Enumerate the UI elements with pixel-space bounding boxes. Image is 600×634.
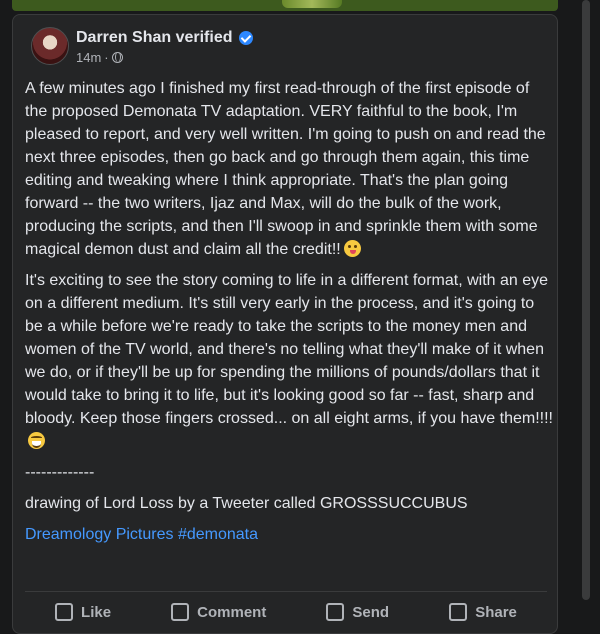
tag-dreamology-pictures[interactable]: Dreamology Pictures — [25, 526, 174, 543]
send-button[interactable]: Send — [326, 603, 389, 621]
avatar[interactable] — [31, 27, 69, 65]
post-card: Darren Shan verified 14m · A few minutes… — [12, 14, 558, 634]
scrollbar-thumb[interactable] — [582, 0, 590, 600]
verified-badge-icon — [238, 31, 253, 45]
winking-tongue-emoji — [343, 240, 361, 257]
post-timestamp[interactable]: 14m — [76, 50, 101, 65]
actions-divider — [25, 591, 547, 592]
comment-label: Comment — [197, 603, 267, 621]
post-body: A few minutes ago I finished my first re… — [25, 77, 555, 554]
post-paragraph-2: It's exciting to see the story coming to… — [25, 269, 555, 453]
scrollbar[interactable] — [570, 0, 600, 600]
meta-separator: · — [104, 50, 109, 65]
action-bar: Like Comment Send Share — [25, 597, 547, 627]
image-credit: drawing of Lord Loss by a Tweeter called… — [25, 495, 468, 512]
send-label: Send — [352, 603, 390, 621]
hashtag-line: Dreamology Pictures #demonata — [25, 523, 555, 546]
comment-button[interactable]: Comment — [171, 603, 266, 621]
post-paragraph-1: A few minutes ago I finished my first re… — [25, 77, 555, 261]
paragraph-1-text: A few minutes ago I finished my first re… — [25, 80, 546, 258]
laughing-tears-emoji — [28, 432, 45, 449]
author-row: Darren Shan verified — [76, 29, 253, 47]
globe-icon[interactable] — [111, 52, 123, 63]
text-divider: ------------- — [25, 464, 95, 481]
comment-icon — [171, 603, 190, 621]
thumbs-up-icon — [55, 603, 74, 621]
paragraph-2-text: It's exciting to see the story coming to… — [25, 272, 553, 427]
share-button[interactable]: Share — [449, 603, 517, 621]
tag-demonata[interactable]: #demonata — [178, 526, 258, 543]
post-meta: 14m · — [76, 50, 123, 65]
author-name[interactable]: Darren Shan verified — [76, 29, 233, 47]
image-art-fragment — [282, 0, 342, 8]
like-button[interactable]: Like — [55, 603, 111, 621]
messenger-icon — [326, 603, 345, 621]
previous-post-image[interactable] — [12, 0, 558, 11]
share-label: Share — [475, 603, 517, 621]
like-label: Like — [81, 603, 112, 621]
share-icon — [449, 603, 468, 621]
